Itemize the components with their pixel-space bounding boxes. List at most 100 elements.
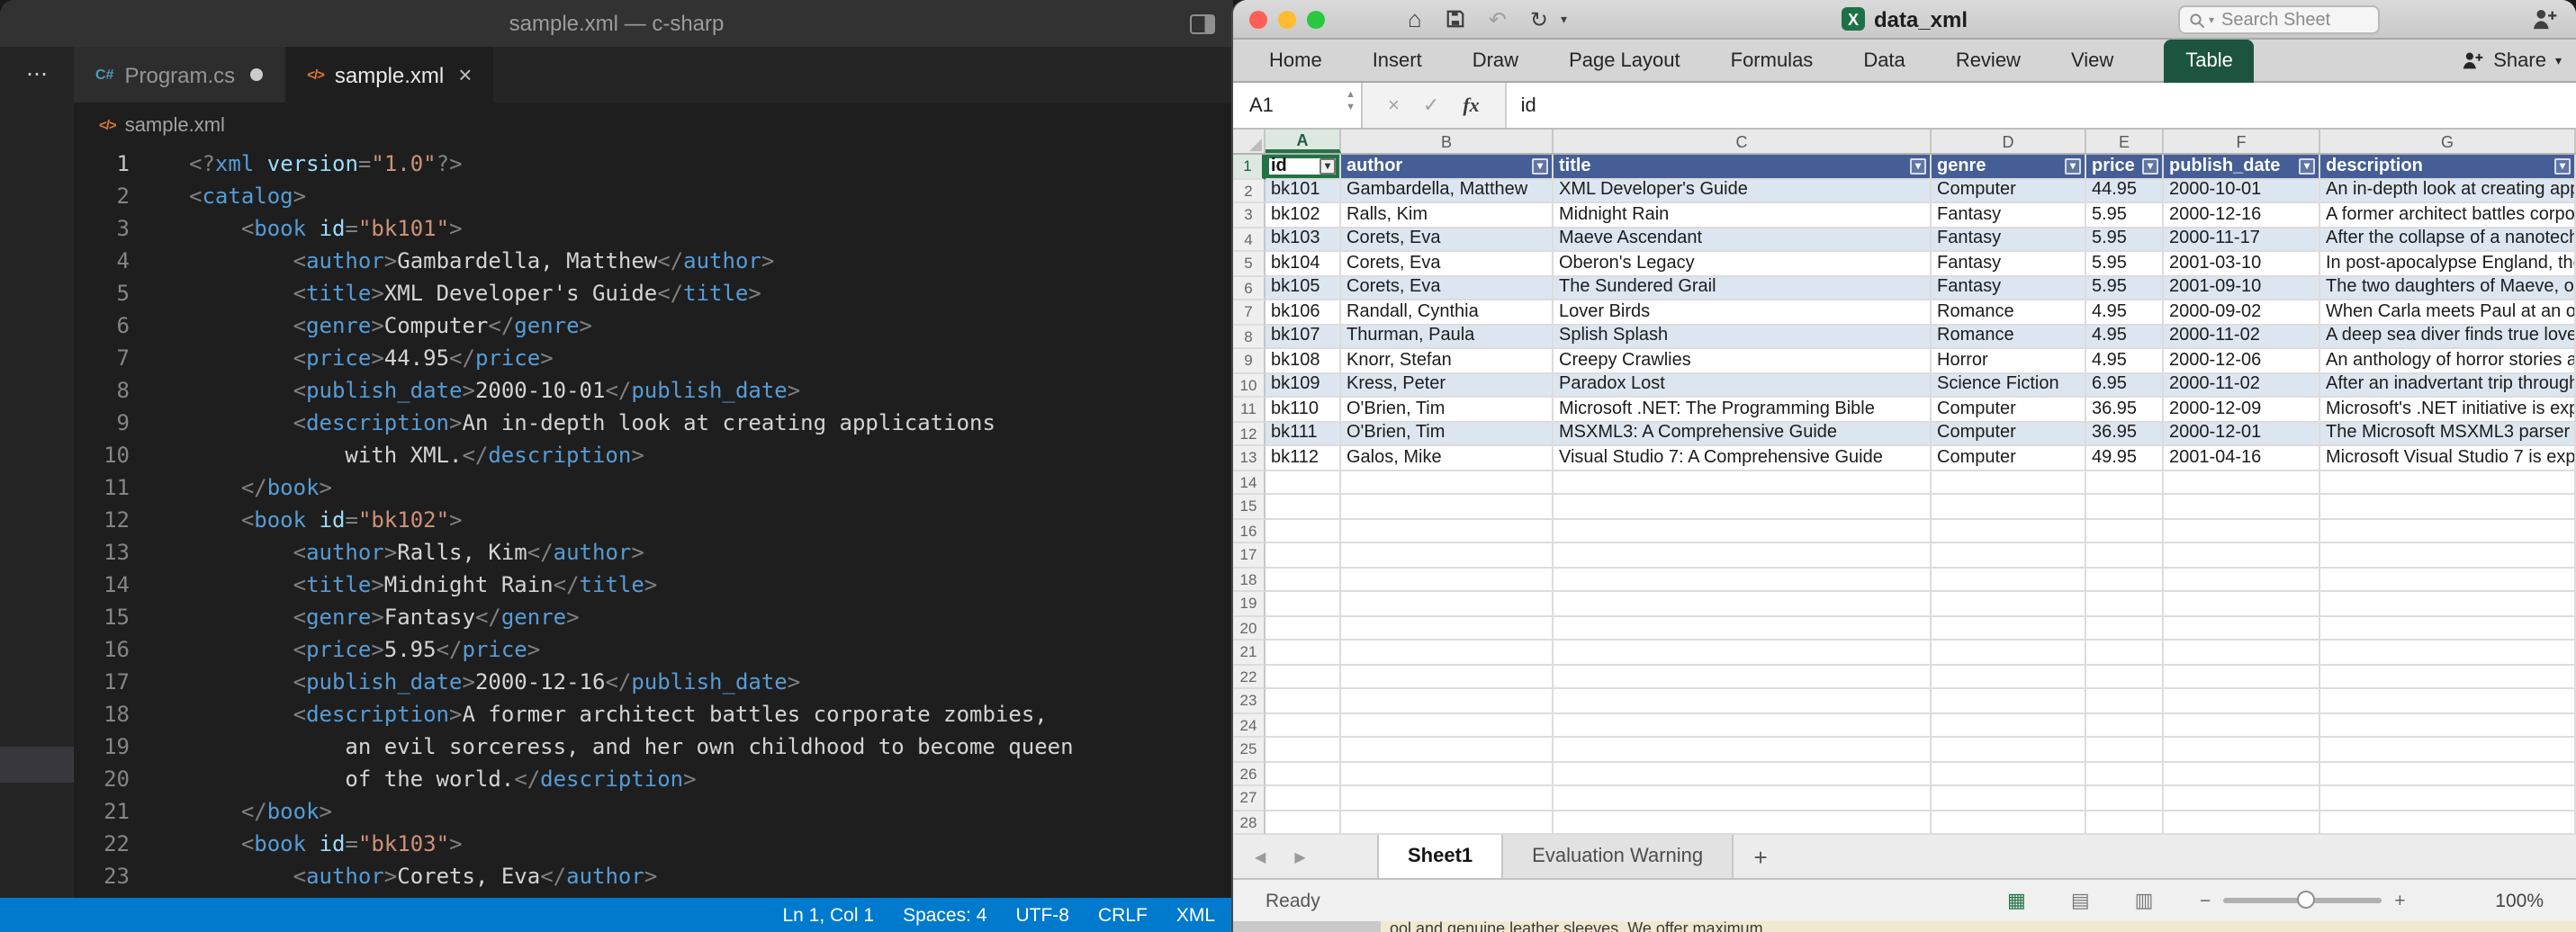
cell-F4[interactable]: 2000-11-17 — [2164, 228, 2320, 252]
cell-B8[interactable]: Thurman, Paula — [1341, 325, 1554, 349]
row-header-14[interactable]: 14 — [1233, 470, 1265, 495]
cell-G3[interactable]: A former architect battles corporate zom… — [2320, 203, 2576, 228]
toolbar-chevron-icon[interactable]: ▾ — [1561, 12, 1567, 26]
cell-E13[interactable]: 49.95 — [2086, 446, 2164, 470]
cell-G22[interactable] — [2320, 665, 2576, 689]
breadcrumb[interactable]: </> sample.xml — [74, 103, 1233, 148]
cell-A21[interactable] — [1265, 641, 1341, 665]
row-header-24[interactable]: 24 — [1233, 713, 1265, 738]
cell-C25[interactable] — [1554, 738, 1932, 762]
cell-A26[interactable] — [1265, 762, 1341, 786]
cell-B23[interactable] — [1341, 689, 1554, 713]
cell-B26[interactable] — [1341, 762, 1554, 786]
cell-B5[interactable]: Corets, Eva — [1341, 252, 1554, 276]
redo-icon[interactable]: ↻ — [1530, 8, 1548, 30]
name-box[interactable]: A1 ▲▼ — [1233, 83, 1363, 128]
page-layout-view-icon[interactable]: ▤ — [2071, 889, 2090, 912]
cell-E9[interactable]: 4.95 — [2086, 349, 2164, 373]
code-text[interactable]: <author>Gambardella, Matthew</author> — [130, 245, 774, 277]
cell-F7[interactable]: 2000-09-02 — [2164, 300, 2320, 325]
code-text[interactable]: </book> — [130, 471, 332, 504]
close-tab-icon[interactable]: × — [458, 61, 472, 88]
cell-C13[interactable]: Visual Studio 7: A Comprehensive Guide — [1554, 446, 1932, 470]
insert-function-icon[interactable]: fx — [1463, 94, 1479, 116]
code-text[interactable]: with XML.</description> — [130, 439, 644, 471]
cell-C12[interactable]: MSXML3: A Comprehensive Guide — [1554, 422, 1932, 446]
cell-F14[interactable] — [2164, 470, 2320, 495]
cell-A17[interactable] — [1265, 543, 1341, 568]
cell-D13[interactable]: Computer — [1932, 446, 2086, 470]
ribbon-tab-formulas[interactable]: Formulas — [1731, 39, 1814, 82]
cell-E5[interactable]: 5.95 — [2086, 252, 2164, 276]
row-header-10[interactable]: 10 — [1233, 373, 1265, 398]
column-header-F[interactable]: F — [2164, 130, 2320, 153]
filter-dropdown-icon[interactable]: ▾ — [2299, 158, 2315, 175]
cell-B27[interactable] — [1341, 786, 1554, 811]
column-header-B[interactable]: B — [1341, 130, 1554, 153]
cell-D12[interactable]: Computer — [1932, 422, 2086, 446]
cell-D8[interactable]: Romance — [1932, 325, 2086, 349]
ribbon-tab-page-layout[interactable]: Page Layout — [1569, 39, 1680, 82]
ribbon-tab-draw[interactable]: Draw — [1473, 39, 1518, 82]
cell-B2[interactable]: Gambardella, Matthew — [1341, 179, 1554, 203]
code-text[interactable]: <price>5.95</price> — [130, 633, 540, 666]
cell-F6[interactable]: 2001-09-10 — [2164, 276, 2320, 300]
cell-E7[interactable]: 4.95 — [2086, 300, 2164, 325]
ribbon-tab-data[interactable]: Data — [1863, 39, 1905, 82]
cell-C16[interactable] — [1554, 519, 1932, 543]
cell-F12[interactable]: 2000-12-01 — [2164, 422, 2320, 446]
row-header-27[interactable]: 27 — [1233, 786, 1265, 811]
cell-D6[interactable]: Fantasy — [1932, 276, 2086, 300]
filter-dropdown-icon[interactable]: ▾ — [1532, 158, 1548, 175]
cell-G13[interactable]: Microsoft Visual Studio 7 is explored in… — [2320, 446, 2576, 470]
zoom-slider[interactable] — [2223, 898, 2382, 903]
cell-E12[interactable]: 36.95 — [2086, 422, 2164, 446]
cell-G5[interactable]: In post-apocalypse England, the mysterio… — [2320, 252, 2576, 276]
filter-dropdown-icon[interactable]: ▾ — [2142, 158, 2158, 175]
ribbon-tab-view[interactable]: View — [2071, 39, 2113, 82]
column-header-G[interactable]: G — [2320, 130, 2576, 153]
row-header-3[interactable]: 3 — [1233, 203, 1265, 228]
cancel-icon[interactable]: × — [1388, 94, 1400, 116]
code-text[interactable]: </book> — [130, 795, 332, 828]
cell-A25[interactable] — [1265, 738, 1341, 762]
add-sheet-button[interactable]: + — [1734, 835, 1788, 878]
code-text[interactable]: <book id="bk101"> — [130, 212, 463, 245]
cell-C11[interactable]: Microsoft .NET: The Programming Bible — [1554, 398, 1932, 422]
row-header-1[interactable]: 1 — [1233, 155, 1265, 179]
cell-A12[interactable]: bk111 — [1265, 422, 1341, 446]
cell-G2[interactable]: An in-depth look at creating application… — [2320, 179, 2576, 203]
cell-F16[interactable] — [2164, 519, 2320, 543]
name-box-stepper-icon[interactable]: ▲▼ — [1346, 92, 1356, 113]
layout-toggle-icon[interactable] — [1190, 14, 1215, 34]
cell-D20[interactable] — [1932, 616, 2086, 641]
cell-F10[interactable]: 2000-11-02 — [2164, 373, 2320, 398]
cell-D15[interactable] — [1932, 495, 2086, 519]
filter-dropdown-icon[interactable]: ▾ — [2065, 158, 2081, 175]
cell-A2[interactable]: bk101 — [1265, 179, 1341, 203]
cell-G8[interactable]: A deep sea diver finds true love twenty … — [2320, 325, 2576, 349]
cell-E27[interactable] — [2086, 786, 2164, 811]
cell-D19[interactable] — [1932, 592, 2086, 616]
cell-A6[interactable]: bk105 — [1265, 276, 1341, 300]
cell-F11[interactable]: 2000-12-09 — [2164, 398, 2320, 422]
cell-E10[interactable]: 6.95 — [2086, 373, 2164, 398]
code-text[interactable]: <author>Ralls, Kim</author> — [130, 536, 644, 569]
sheet-tab-sheet1[interactable]: Sheet1 — [1377, 835, 1503, 878]
cell-C27[interactable] — [1554, 786, 1932, 811]
row-header-8[interactable]: 8 — [1233, 325, 1265, 349]
cell-A7[interactable]: bk106 — [1265, 300, 1341, 325]
cell-A13[interactable]: bk112 — [1265, 446, 1341, 470]
code-editor[interactable]: 1<?xml version="1.0"?>2<catalog>3 <book … — [74, 148, 1233, 898]
cell-F1[interactable]: publish_date▾ — [2164, 155, 2320, 179]
cell-F8[interactable]: 2000-11-02 — [2164, 325, 2320, 349]
cell-C2[interactable]: XML Developer's Guide — [1554, 179, 1932, 203]
cell-E8[interactable]: 4.95 — [2086, 325, 2164, 349]
cell-D18[interactable] — [1932, 568, 2086, 592]
cell-G6[interactable]: The two daughters of Maeve, one healer, … — [2320, 276, 2576, 300]
cell-D23[interactable] — [1932, 689, 2086, 713]
zoom-out-icon[interactable]: − — [2200, 890, 2211, 911]
cell-G20[interactable] — [2320, 616, 2576, 641]
cell-G24[interactable] — [2320, 713, 2576, 738]
cell-D14[interactable] — [1932, 470, 2086, 495]
